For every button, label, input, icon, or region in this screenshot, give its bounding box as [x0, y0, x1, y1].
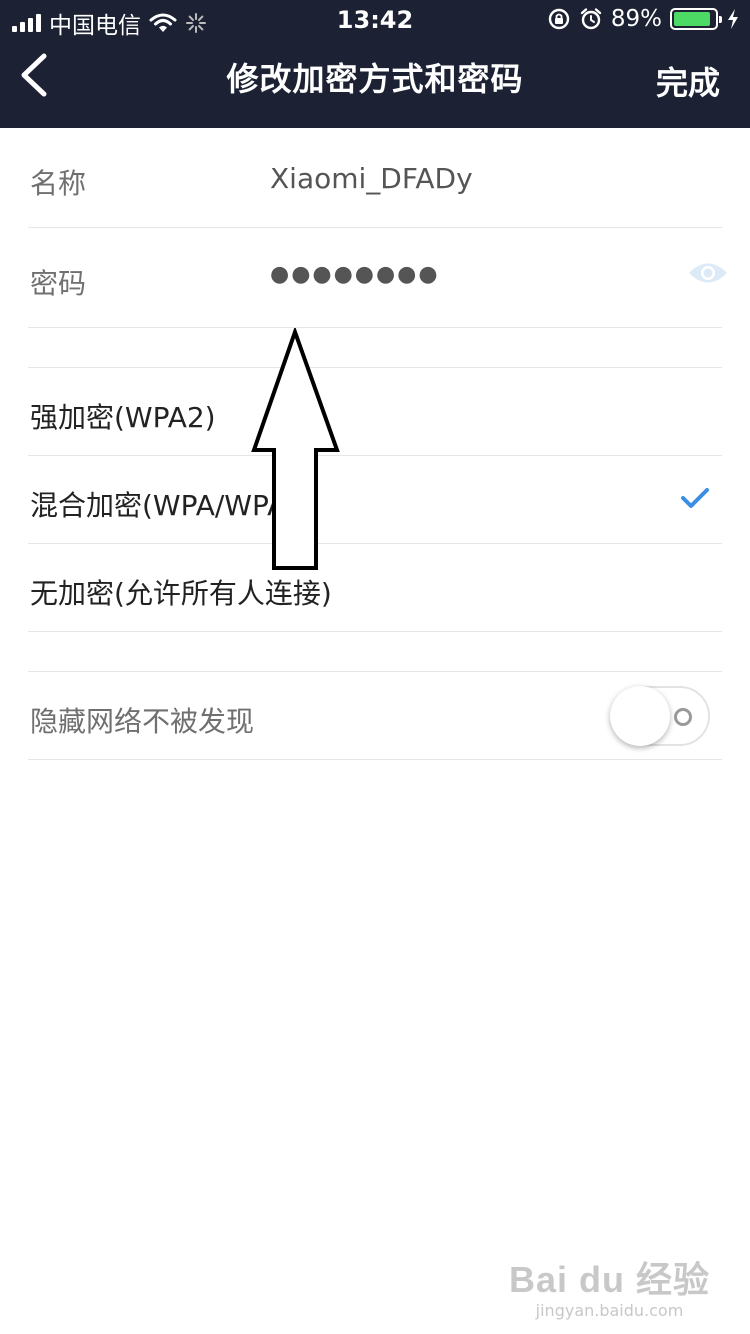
status-right: 89%	[547, 6, 740, 32]
name-value[interactable]: Xiaomi_DFADy	[270, 162, 473, 195]
section-divider	[28, 632, 722, 672]
checkmark-icon	[681, 488, 709, 508]
watermark-logo: Bai du 经验	[508, 1259, 710, 1300]
encryption-option-label: 强加密(WPA2)	[30, 401, 216, 434]
encryption-option-wpa-wpa2[interactable]: 混合加密(WPA/WPA2)	[28, 456, 722, 544]
status-bar: 中国电信 13:42 89%	[0, 0, 750, 40]
name-label: 名称	[30, 167, 87, 200]
hide-network-toggle[interactable]	[610, 686, 710, 746]
charging-bolt-icon	[728, 9, 738, 29]
battery-percent: 89%	[610, 6, 662, 32]
watermark-url: jingyan.baidu.com	[535, 1301, 684, 1320]
navigation-bar: 修改加密方式和密码 完成	[0, 40, 750, 128]
encryption-option-none[interactable]: 无加密(允许所有人连接)	[28, 544, 722, 632]
encryption-option-label: 无加密(允许所有人连接)	[30, 577, 332, 610]
battery-fill	[674, 12, 710, 26]
password-value[interactable]: ●●●●●●●●	[270, 262, 440, 287]
password-label: 密码	[30, 267, 87, 300]
hide-network-row: 隐藏网络不被发现	[28, 672, 722, 760]
hide-network-label: 隐藏网络不被发现	[30, 705, 255, 738]
network-name-row[interactable]: 名称 Xiaomi_DFADy	[28, 128, 722, 228]
annotation-up-arrow-icon	[251, 328, 340, 570]
password-row[interactable]: 密码 ●●●●●●●●	[28, 228, 727, 328]
battery-icon	[670, 8, 722, 30]
toggle-knob	[610, 686, 670, 746]
encryption-option-wpa2[interactable]: 强加密(WPA2)	[28, 368, 722, 456]
section-divider	[28, 328, 722, 368]
page-title: 修改加密方式和密码	[226, 60, 524, 98]
done-button[interactable]: 完成	[656, 58, 720, 104]
alarm-icon	[580, 8, 602, 30]
show-password-eye-icon[interactable]	[686, 258, 730, 288]
toggle-off-indicator-icon	[674, 708, 692, 726]
baidu-watermark: Bai du 经验 jingyan.baidu.com	[509, 1251, 710, 1320]
rotation-lock-icon	[548, 8, 570, 30]
top-bar: 中国电信 13:42 89% 修改加密方式和密码 完成	[0, 0, 750, 128]
